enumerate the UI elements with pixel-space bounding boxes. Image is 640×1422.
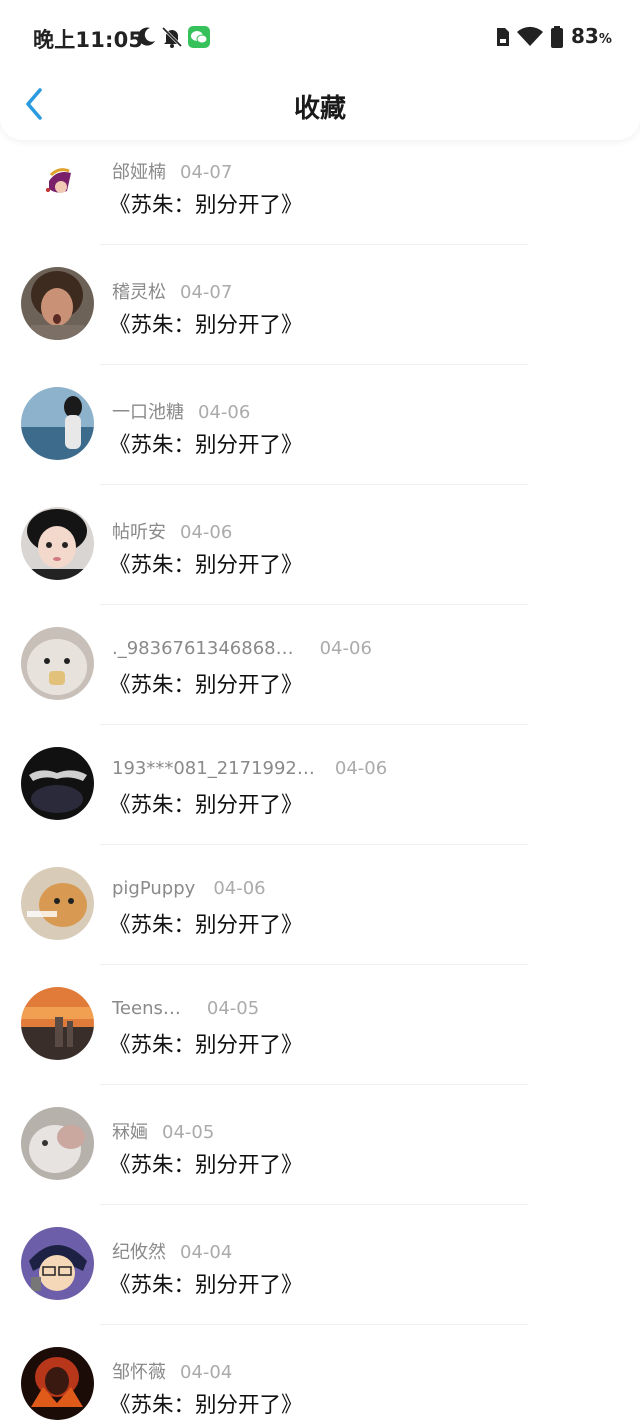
item-meta: 帖听安 04-06 xyxy=(112,522,233,543)
list-item[interactable]: 稽灵松 04-07 《苏朱：别分开了》 xyxy=(0,240,640,365)
avatar[interactable] xyxy=(21,1347,94,1420)
item-meta: 纪攸然 04-04 xyxy=(112,1242,233,1263)
avatar[interactable] xyxy=(21,267,94,340)
item-meta: 冧婳 04-05 xyxy=(112,1122,215,1143)
list-item[interactable]: 一口池糖 04-06 《苏朱：别分开了》 xyxy=(0,360,640,485)
avatar[interactable] xyxy=(21,147,94,220)
battery-percent: 83% xyxy=(571,24,612,48)
list-item[interactable]: 193***081_2171992… 04-06 《苏朱：别分开了》 xyxy=(0,720,640,845)
book-title[interactable]: 《苏朱：别分开了》 xyxy=(109,548,303,579)
book-title[interactable]: 《苏朱：别分开了》 xyxy=(109,188,303,219)
avatar[interactable] xyxy=(21,507,94,580)
list-item[interactable]: 冧婳 04-05 《苏朱：别分开了》 xyxy=(0,1080,640,1205)
book-title[interactable]: 《苏朱：别分开了》 xyxy=(109,908,303,939)
avatar[interactable] xyxy=(21,867,94,940)
avatar[interactable] xyxy=(21,747,94,820)
book-title[interactable]: 《苏朱：别分开了》 xyxy=(109,1148,303,1179)
item-meta: 一口池糖 04-06 xyxy=(112,402,251,423)
item-meta: pigPuppy 04-06 xyxy=(112,878,266,899)
avatar[interactable] xyxy=(21,1227,94,1300)
item-meta: 稽灵松 04-07 xyxy=(112,282,233,303)
list-item[interactable]: ._9836761346868… 04-06 《苏朱：别分开了》 xyxy=(0,600,640,725)
list-item[interactable]: 帖听安 04-06 《苏朱：别分开了》 xyxy=(0,480,640,605)
bell-off-icon xyxy=(161,26,183,48)
item-meta: ._9836761346868… 04-06 xyxy=(112,638,372,659)
list-item[interactable]: 邹怀薇 04-04 《苏朱：别分开了》 xyxy=(0,1320,640,1422)
status-time: 晚上11:05 xyxy=(33,28,144,52)
book-title[interactable]: 《苏朱：别分开了》 xyxy=(109,1268,303,1299)
nav-bar: 收藏 xyxy=(0,76,640,136)
book-title[interactable]: 《苏朱：别分开了》 xyxy=(109,668,303,699)
item-meta: 邰娅楠 04-07 xyxy=(112,162,233,183)
list-item[interactable]: Teens… 04-05 《苏朱：别分开了》 xyxy=(0,960,640,1085)
book-title[interactable]: 《苏朱：别分开了》 xyxy=(109,428,303,459)
item-meta: 邹怀薇 04-04 xyxy=(112,1362,233,1383)
favorites-list: 邰娅楠04-07 《苏朱：别分开了》 稽灵松04-07 《苏朱：别分开了》 xyxy=(0,120,640,1422)
wifi-icon xyxy=(517,26,543,46)
book-title[interactable]: 《苏朱：别分开了》 xyxy=(109,788,303,819)
avatar[interactable] xyxy=(21,627,94,700)
list-item[interactable]: 纪攸然 04-04 《苏朱：别分开了》 xyxy=(0,1200,640,1325)
moon-icon xyxy=(138,27,155,46)
avatar[interactable] xyxy=(21,1107,94,1180)
list-item[interactable]: pigPuppy 04-06 《苏朱：别分开了》 xyxy=(0,840,640,965)
status-bar: 晚上11:05 83% xyxy=(0,0,640,76)
page-title: 收藏 xyxy=(293,94,346,124)
wechat-icon xyxy=(188,26,210,48)
header: 晚上11:05 83% 收藏 xyxy=(0,0,640,140)
sim-card-icon xyxy=(497,28,509,46)
item-meta: 193***081_2171992… 04-06 xyxy=(112,758,388,779)
book-title[interactable]: 《苏朱：别分开了》 xyxy=(109,1028,303,1059)
item-meta: Teens… 04-05 xyxy=(112,998,260,1019)
book-title[interactable]: 《苏朱：别分开了》 xyxy=(109,1388,303,1419)
avatar[interactable] xyxy=(21,987,94,1060)
battery-icon xyxy=(551,26,563,48)
book-title[interactable]: 《苏朱：别分开了》 xyxy=(109,308,303,339)
avatar[interactable] xyxy=(21,387,94,460)
